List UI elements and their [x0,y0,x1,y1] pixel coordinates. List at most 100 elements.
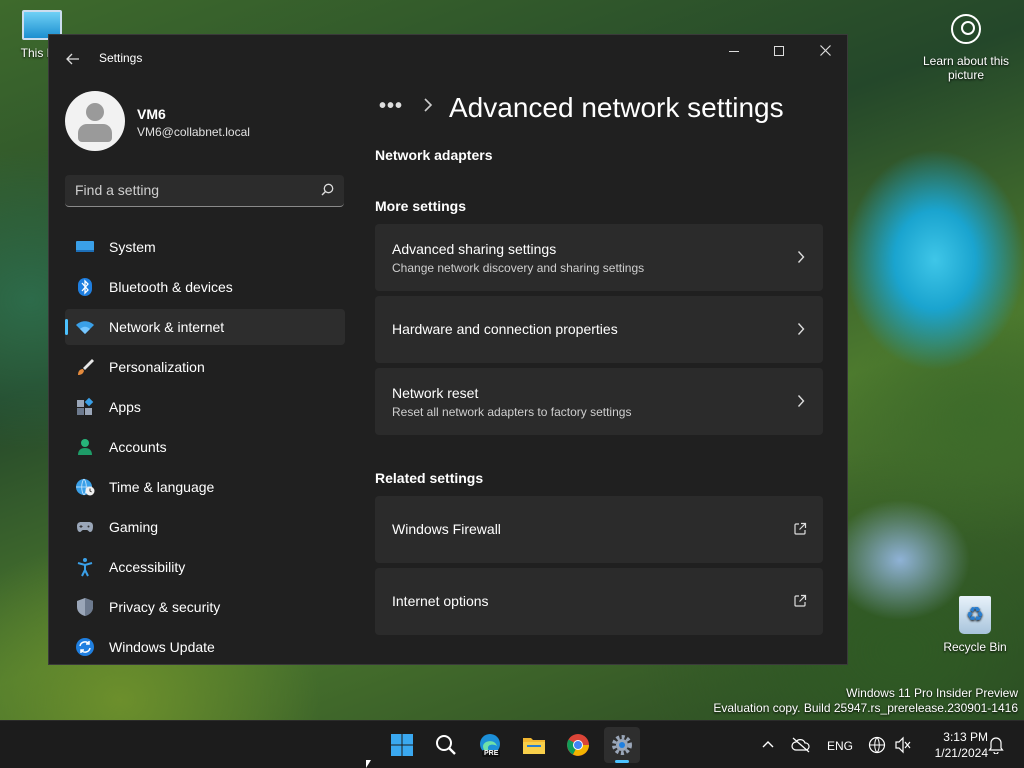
nav-label-gaming: Gaming [109,519,159,535]
nav-item-apps[interactable]: Apps [65,389,345,425]
chevron-right-icon [797,251,805,263]
gamepad-icon [77,522,93,532]
maximize-icon [774,46,784,57]
card-advanced-sharing[interactable]: Advanced sharing settings Change network… [375,224,823,291]
taskbar-settings[interactable] [604,727,640,763]
user-name: VM6 [137,106,166,122]
taskbar: PRE ENG 3:13 PM 1/21/2024 [0,720,1024,768]
search-icon [436,735,456,755]
network-globe-icon[interactable] [868,736,886,754]
page-title: Advanced network settings [449,92,784,123]
sidebar: VM6 VM6@collabnet.local System Blu [49,81,359,664]
update-icon [76,638,94,656]
card-subtitle: Reset all network adapters to factory se… [392,405,632,419]
close-button[interactable] [802,35,847,67]
start-button[interactable] [384,727,420,763]
minimize-button[interactable] [711,35,757,67]
title-bar[interactable]: Settings [49,35,847,81]
chrome-icon [567,734,589,756]
nav-item-windows-update[interactable]: Windows Update [65,629,345,664]
avatar-body [78,124,112,142]
nav-list: System Bluetooth & devices Network & int… [65,229,345,664]
nav-item-system[interactable]: System [65,229,345,265]
nav-label-accessibility: Accessibility [109,559,186,575]
settings-window: Settings VM6 VM6@collabnet.local Find a … [48,34,848,665]
card-title: Windows Firewall [392,521,501,537]
search-input[interactable] [75,182,305,198]
notification-bell-icon[interactable] [988,736,1004,754]
os-watermark: Windows 11 Pro Insider Preview Evaluatio… [713,686,1018,716]
card-subtitle: Change network discovery and sharing set… [392,261,645,275]
nav-item-gaming[interactable]: Gaming [65,509,345,545]
person-icon [78,439,92,455]
windows-logo-icon [391,734,413,756]
bluetooth-icon [78,278,92,296]
chevron-right-icon [797,395,805,407]
nav-item-time-language[interactable]: Time & language [65,469,345,505]
taskbar-edge-beta[interactable]: PRE [472,727,508,763]
nav-item-network[interactable]: Network & internet [65,309,345,345]
card-title: Network reset [392,385,479,401]
nav-label-accounts: Accounts [109,439,167,455]
taskbar-file-explorer[interactable] [516,727,552,763]
system-icon [76,241,94,252]
maximize-button[interactable] [756,35,802,67]
back-button[interactable] [63,49,83,69]
open-external-icon [794,522,807,535]
close-icon [819,45,831,56]
card-network-reset[interactable]: Network reset Reset all network adapters… [375,368,823,435]
open-external-icon [794,594,807,607]
edge-pre-badge: PRE [482,750,501,757]
section-more-settings: More settings [375,198,467,214]
section-related-settings: Related settings [375,470,484,486]
recycle-label: Recycle Bin [943,640,1007,654]
taskbar-search-button[interactable] [428,727,464,763]
nav-label-personalization: Personalization [109,359,205,375]
section-network-adapters[interactable]: Network adapters [375,147,492,163]
avatar-head [86,103,104,121]
nav-item-accounts[interactable]: Accounts [65,429,345,465]
nav-item-accessibility[interactable]: Accessibility [65,549,345,585]
watermark-line1: Windows 11 Pro Insider Preview [846,686,1018,700]
search-box[interactable] [65,175,344,207]
desktop-icon-learn-about-picture[interactable]: Learn about this picture [916,14,1016,82]
card-windows-firewall[interactable]: Windows Firewall [375,496,823,563]
minimize-icon [729,50,739,52]
nav-label-apps: Apps [109,399,141,415]
app-title: Settings [99,51,143,65]
chevron-right-icon [797,323,805,335]
nav-item-personalization[interactable]: Personalization [65,349,345,385]
breadcrumb-more-button[interactable]: ••• [379,95,403,118]
nav-label-system: System [109,239,156,255]
folder-icon [523,738,545,754]
nav-label-privacy: Privacy & security [109,599,221,615]
recycle-bin-icon: ♻ [959,596,991,634]
user-email: VM6@collabnet.local [137,125,250,139]
nav-label-windows-update: Windows Update [109,639,215,655]
taskbar-chrome[interactable] [560,727,596,763]
language-indicator[interactable]: ENG [827,739,853,768]
clock-date: 1/21/2024 [934,746,988,760]
card-hardware-connection[interactable]: Hardware and connection properties [375,296,823,363]
card-internet-options[interactable]: Internet options [375,568,823,635]
nav-item-bluetooth[interactable]: Bluetooth & devices [65,269,345,305]
arrow-left-icon [66,53,79,65]
show-hidden-icons-chevron[interactable] [762,739,774,749]
globe-clock-icon [76,478,95,496]
avatar[interactable] [65,91,125,151]
desktop-icon-recycle-bin[interactable]: ♻ Recycle Bin [942,596,1008,654]
gear-icon [612,735,632,755]
mouse-cursor [366,760,371,768]
card-title: Internet options [392,593,489,609]
nav-item-privacy[interactable]: Privacy & security [65,589,345,625]
learn-label: Learn about this picture [922,54,1010,82]
apps-icon [77,397,94,415]
cloud-offline-icon[interactable] [791,737,811,753]
clock[interactable]: 3:13 PM 1/21/2024 [918,729,988,761]
speaker-muted-icon[interactable] [894,736,912,754]
camera-icon [951,14,981,44]
search-icon[interactable] [321,183,334,196]
wifi-icon [76,321,94,334]
chevron-right-icon [424,98,433,112]
brush-icon [78,359,94,375]
